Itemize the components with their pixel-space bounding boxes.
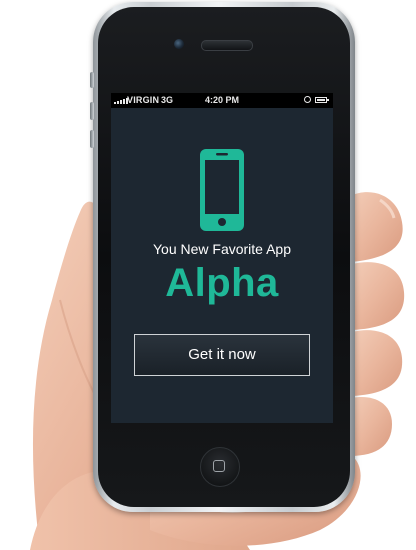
smartphone-icon: [200, 149, 244, 231]
get-it-now-button[interactable]: Get it now: [134, 334, 310, 376]
status-bar: VIRGIN 3G 4:20 PM: [111, 93, 333, 108]
app-screen: VIRGIN 3G 4:20 PM You New Favorite App A…: [111, 93, 333, 423]
phone-device: VIRGIN 3G 4:20 PM You New Favorite App A…: [90, 2, 355, 512]
app-name-title: Alpha: [165, 261, 279, 305]
earpiece-speaker: [201, 40, 253, 51]
volume-down-button: [90, 130, 94, 148]
home-button[interactable]: [200, 447, 240, 487]
home-square-icon: [213, 460, 225, 472]
status-time: 4:20 PM: [204, 95, 239, 105]
app-tagline: You New Favorite App: [152, 241, 291, 257]
front-camera-icon: [174, 39, 184, 49]
volume-up-button: [90, 102, 94, 120]
silent-switch: [90, 72, 94, 88]
battery-icon: [315, 97, 329, 103]
rotation-lock-icon: [304, 96, 311, 103]
